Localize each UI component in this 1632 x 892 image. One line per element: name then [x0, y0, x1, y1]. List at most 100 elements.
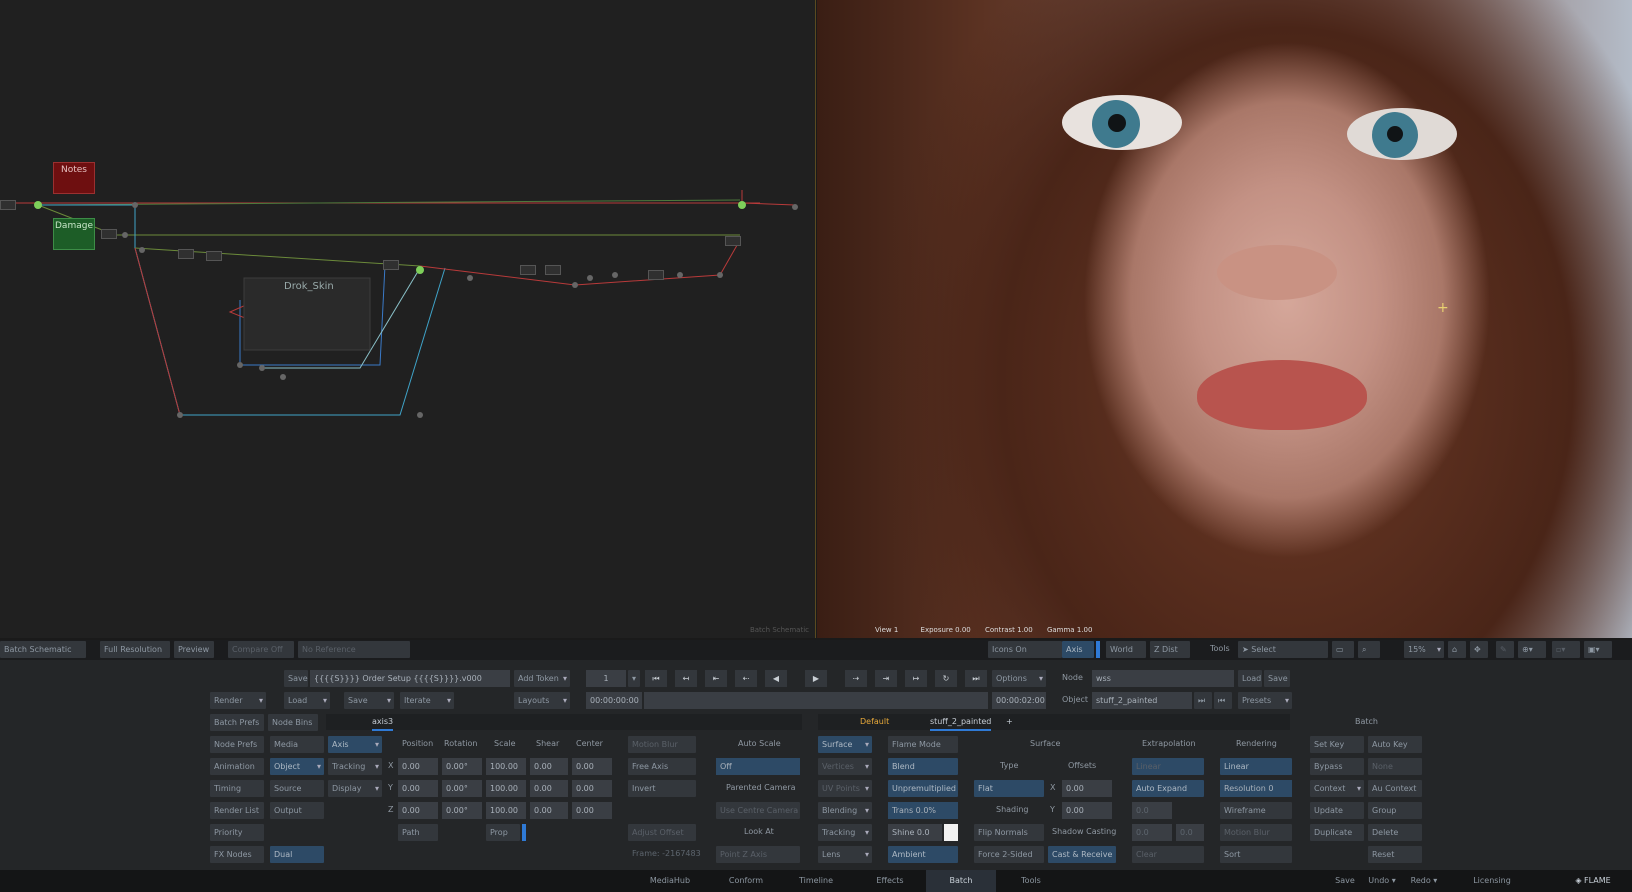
load-dropdown[interactable]: Load	[284, 692, 330, 709]
layouts-dropdown[interactable]: Layouts	[514, 692, 570, 709]
tab-timeline[interactable]: Timeline	[776, 870, 856, 892]
tab-mediahub[interactable]: MediaHub	[630, 870, 710, 892]
extrapolation-value-2[interactable]: 0.0	[1132, 824, 1172, 841]
clear-button[interactable]: Clear	[1132, 846, 1204, 863]
tab-stuff-2-painted[interactable]: stuff_2_painted	[930, 715, 992, 731]
node[interactable]	[101, 229, 117, 239]
tab-effects[interactable]: Effects	[850, 870, 930, 892]
node[interactable]	[545, 265, 561, 275]
frame-field[interactable]: 1	[586, 670, 626, 687]
tab-tools[interactable]: Tools	[996, 870, 1066, 892]
delete-button[interactable]: Delete	[1368, 824, 1422, 841]
image-viewer[interactable]: + View 1 Exposure 0.00 Contrast 1.00 Gam…	[817, 0, 1632, 638]
extrapolation-value-3[interactable]: 0.0	[1176, 824, 1204, 841]
shine-color-swatch[interactable]	[944, 824, 958, 841]
surface-dropdown[interactable]: Surface	[818, 736, 872, 753]
display-dropdown[interactable]: Display	[328, 780, 382, 797]
offset-x-field[interactable]: 0.00	[1062, 780, 1112, 797]
step-back-icon[interactable]: ⇠	[735, 670, 757, 687]
flip-normals-button[interactable]: Flip Normals	[974, 824, 1044, 841]
context-dropdown[interactable]: Context	[1310, 780, 1364, 797]
options-dropdown[interactable]: Options	[992, 670, 1046, 687]
none-button[interactable]: None	[1368, 758, 1422, 775]
uv-points-dropdown[interactable]: UV Points	[818, 780, 872, 797]
group-node-label[interactable]: Drok_Skin	[284, 281, 334, 292]
render-dropdown[interactable]: Render	[210, 692, 266, 709]
notes-node[interactable]: Notes	[53, 162, 95, 194]
rendering-linear-button[interactable]: Linear	[1220, 758, 1292, 775]
next-object-icon[interactable]: ⏭	[1194, 692, 1212, 709]
prop-button[interactable]: Prop	[486, 824, 520, 841]
timing-button[interactable]: Timing	[210, 780, 264, 797]
pen-icon[interactable]: ✎	[1496, 641, 1514, 658]
node[interactable]	[520, 265, 536, 275]
undo-dropdown[interactable]: Undo ▾	[1362, 870, 1402, 892]
shear-y-field[interactable]: 0.00	[530, 780, 568, 797]
reset-button[interactable]: Reset	[1368, 846, 1422, 863]
zdist-button[interactable]: Z Dist	[1150, 641, 1190, 658]
save-button[interactable]: Save	[1330, 870, 1360, 892]
axis-dropdown[interactable]: Axis	[328, 736, 382, 753]
position-z-field[interactable]: 0.00	[398, 802, 438, 819]
overlay-icon[interactable]: ▫▾	[1552, 641, 1580, 658]
schematic-mode-button[interactable]: Batch Schematic	[0, 641, 86, 658]
frame-dropdown-icon[interactable]: ▾	[628, 670, 640, 687]
force-2sided-button[interactable]: Force 2-Sided	[974, 846, 1044, 863]
icons-on-button[interactable]: Icons On	[988, 641, 1062, 658]
set-key-button[interactable]: Set Key	[1310, 736, 1364, 753]
preview-button[interactable]: Preview	[174, 641, 214, 658]
extrapolation-linear-button[interactable]: Linear	[1132, 758, 1204, 775]
loop-icon[interactable]: ↻	[935, 670, 957, 687]
first-frame-icon[interactable]: ⏮	[645, 670, 667, 687]
scale-y-field[interactable]: 100.00	[486, 780, 526, 797]
animation-button[interactable]: Animation	[210, 758, 264, 775]
display-icon[interactable]: ▣▾	[1584, 641, 1612, 658]
extrapolation-value-1[interactable]: 0.0	[1132, 802, 1172, 819]
lens-dropdown[interactable]: Lens	[818, 846, 872, 863]
priority-button[interactable]: Priority	[210, 824, 264, 841]
batch-schematic[interactable]: Notes Damage Drok_Skin Batch Schematic	[0, 0, 816, 638]
source-button[interactable]: Source	[270, 780, 324, 797]
shear-x-field[interactable]: 0.00	[530, 758, 568, 775]
snap-icon[interactable]: ⊕▾	[1518, 641, 1546, 658]
tab-batch[interactable]: Batch	[926, 870, 996, 892]
adjust-offset-button[interactable]: Adjust Offset	[628, 824, 696, 841]
node[interactable]	[725, 236, 741, 246]
center-x-field[interactable]: 0.00	[572, 758, 612, 775]
path-button[interactable]: Path	[398, 824, 438, 841]
auto-key-button[interactable]: Auto Key	[1368, 736, 1422, 753]
node-input[interactable]	[0, 200, 16, 210]
vertices-dropdown[interactable]: Vertices	[818, 758, 872, 775]
node-bins-button[interactable]: Node Bins	[268, 714, 318, 731]
add-token-dropdown[interactable]: Add Token	[514, 670, 570, 687]
bypass-button[interactable]: Bypass	[1310, 758, 1364, 775]
node-save-button[interactable]: Save	[1264, 670, 1290, 687]
offset-y-field[interactable]: 0.00	[1062, 802, 1112, 819]
node[interactable]	[178, 249, 194, 259]
world-button[interactable]: World	[1106, 641, 1146, 658]
dual-button[interactable]: Dual	[270, 846, 324, 863]
tab-default[interactable]: Default	[860, 715, 889, 729]
prev-mark-icon[interactable]: ⇤	[705, 670, 727, 687]
prev-key-icon[interactable]: ↤	[675, 670, 697, 687]
node[interactable]	[383, 260, 399, 270]
setup-name-field[interactable]: {{{{S}}}} Order Setup {{{{S}}}}.v000	[310, 670, 510, 687]
unpremultiplied-button[interactable]: Unpremultiplied	[888, 780, 958, 797]
rotation-x-field[interactable]: 0.00°	[442, 758, 482, 775]
cast-receive-button[interactable]: Cast & Receive	[1048, 846, 1116, 863]
free-axis-button[interactable]: Free Axis	[628, 758, 696, 775]
scale-x-field[interactable]: 100.00	[486, 758, 526, 775]
rotation-y-field[interactable]: 0.00°	[442, 780, 482, 797]
wireframe-button[interactable]: Wireframe	[1220, 802, 1292, 819]
licensing-button[interactable]: Licensing	[1462, 870, 1522, 892]
save-dropdown[interactable]: Save	[344, 692, 394, 709]
resolution-field[interactable]: Resolution 0	[1220, 780, 1292, 797]
group-button[interactable]: Group	[1368, 802, 1422, 819]
axis-toggle[interactable]: Axis	[1062, 641, 1094, 658]
use-camera-button[interactable]: Use Centre Camera	[716, 802, 800, 819]
damage-node[interactable]: Damage	[53, 218, 95, 250]
tab-conform[interactable]: Conform	[706, 870, 786, 892]
full-resolution-button[interactable]: Full Resolution	[100, 641, 170, 658]
center-y-field[interactable]: 0.00	[572, 780, 612, 797]
output-button[interactable]: Output	[270, 802, 324, 819]
